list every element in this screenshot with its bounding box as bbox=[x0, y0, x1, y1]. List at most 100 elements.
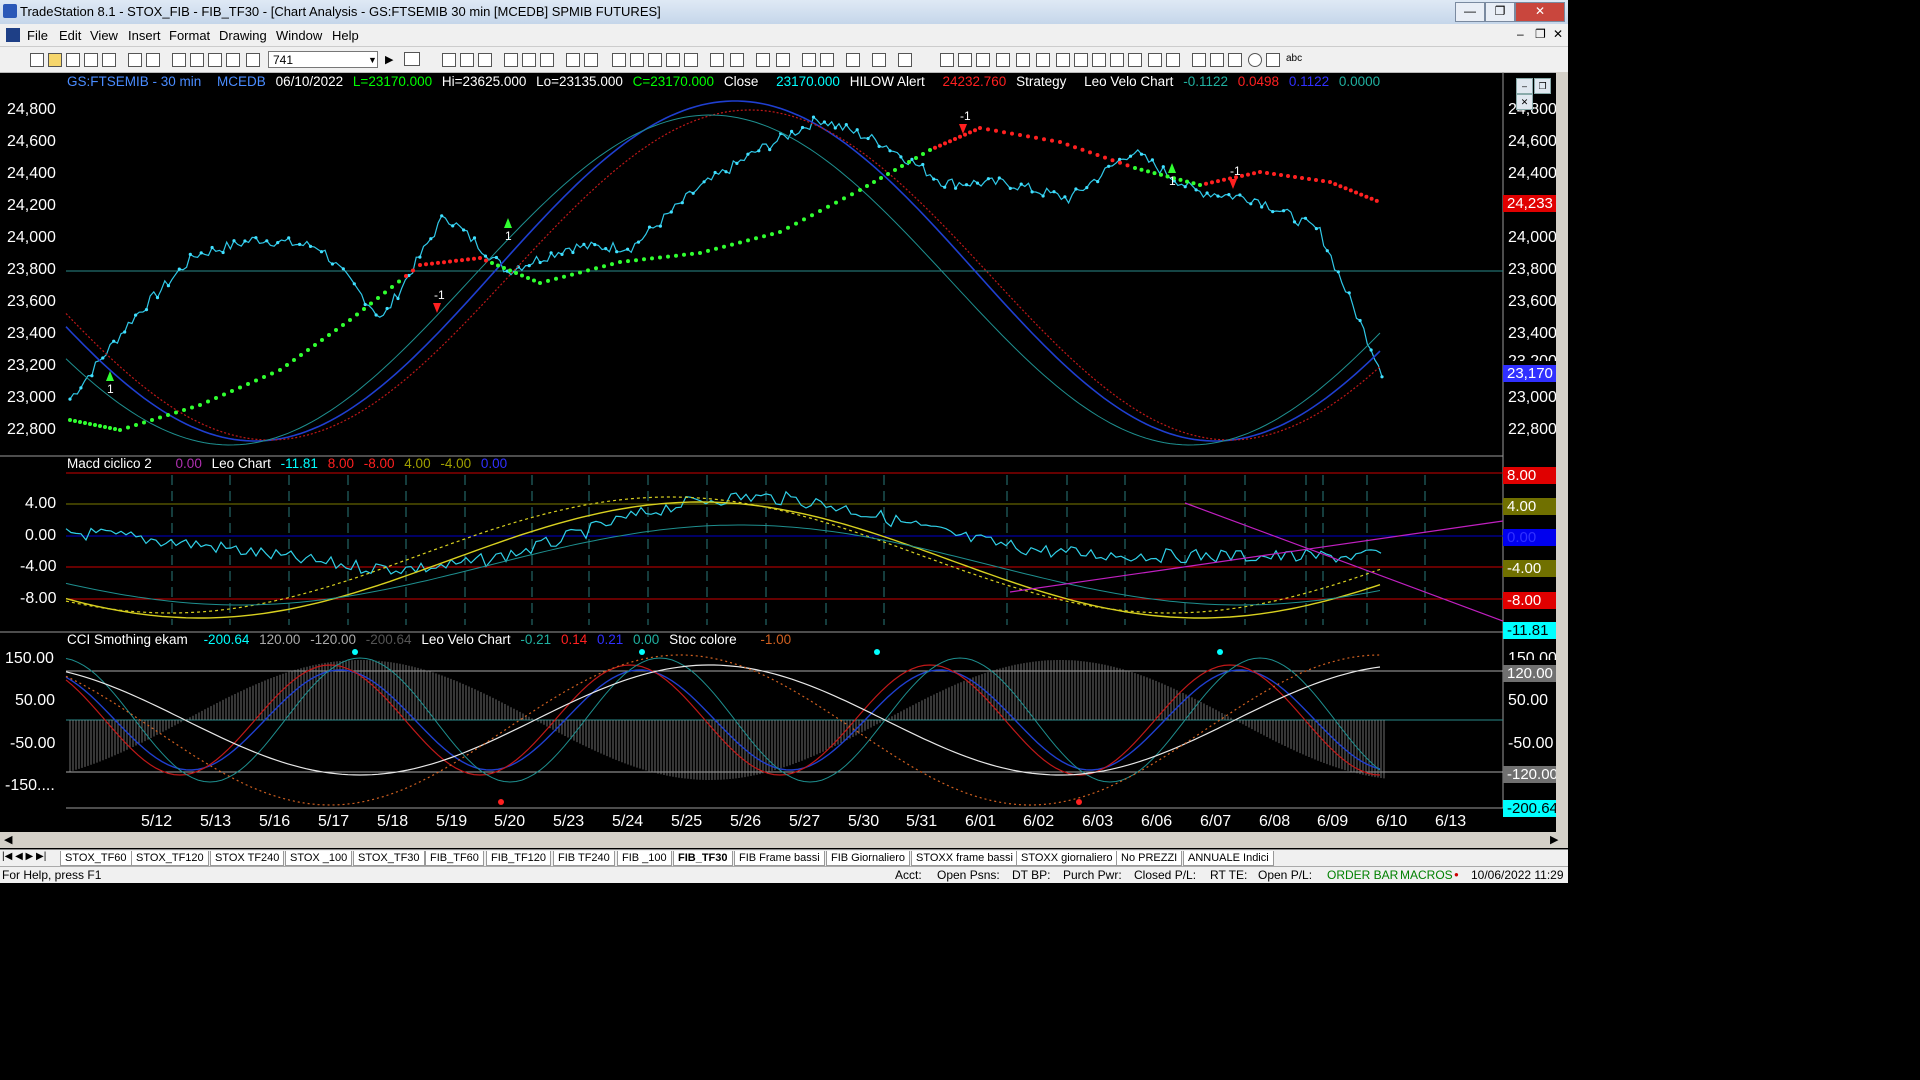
chart-settings-icon[interactable] bbox=[442, 53, 456, 67]
tab-stox-tf120[interactable]: STOX_TF120 bbox=[131, 851, 209, 866]
tools-icon[interactable] bbox=[846, 53, 860, 67]
chart-doc-icon[interactable] bbox=[6, 28, 20, 42]
save-icon[interactable] bbox=[66, 53, 80, 67]
pencil-icon[interactable] bbox=[1192, 53, 1206, 67]
tab-fib-tf30[interactable]: FIB_TF30 bbox=[673, 851, 733, 866]
chart-canvas[interactable]: 1 -1 1 -1 1 -1 bbox=[0, 72, 1568, 832]
tab-fib-100[interactable]: FIB _100 bbox=[617, 851, 672, 866]
menu-view[interactable]: View bbox=[90, 28, 118, 43]
fib-icon[interactable] bbox=[1016, 53, 1030, 67]
close-button[interactable]: ✕ bbox=[1515, 2, 1565, 22]
order-icon[interactable] bbox=[872, 53, 886, 67]
chart-minimize-icon[interactable]: – bbox=[1516, 78, 1533, 94]
insert-indicator-icon[interactable] bbox=[504, 53, 518, 67]
candle-icon[interactable] bbox=[584, 53, 598, 67]
drag-icon[interactable] bbox=[820, 53, 834, 67]
speed-lines-icon[interactable] bbox=[1056, 53, 1070, 67]
hline-icon[interactable] bbox=[958, 53, 972, 67]
macro-icon[interactable] bbox=[246, 53, 260, 67]
vertical-scrollbar[interactable] bbox=[1556, 72, 1568, 832]
link-icon[interactable] bbox=[630, 53, 644, 67]
print-icon[interactable] bbox=[128, 53, 142, 67]
tab-fib-giornaliero[interactable]: FIB Giornaliero bbox=[826, 851, 910, 866]
mdi-close-icon[interactable]: ✕ bbox=[1553, 27, 1563, 41]
tab-nav-icons[interactable]: |◀ ◀ ▶ ▶| bbox=[2, 851, 46, 862]
alert-icon[interactable] bbox=[612, 53, 626, 67]
channel-icon[interactable] bbox=[996, 53, 1010, 67]
bars-icon[interactable] bbox=[684, 53, 698, 67]
save-all-icon[interactable] bbox=[84, 53, 98, 67]
scroll-right-icon[interactable]: ▶ bbox=[1550, 833, 1558, 846]
mdi-minimize-icon[interactable]: – bbox=[1517, 27, 1524, 41]
menu-help[interactable]: Help bbox=[332, 28, 359, 43]
arc-icon[interactable] bbox=[1148, 53, 1162, 67]
tab-fib-frame-bassi[interactable]: FIB Frame bassi bbox=[734, 851, 825, 866]
workspace-icon[interactable] bbox=[102, 53, 116, 67]
rectangle-icon[interactable] bbox=[1266, 53, 1280, 67]
horizontal-scrollbar[interactable]: ◀ ▶ bbox=[0, 832, 1568, 848]
arrow-up-icon[interactable] bbox=[1228, 53, 1242, 67]
go-arrow-icon[interactable]: ▶ bbox=[385, 53, 393, 66]
menu-edit[interactable]: Edit bbox=[59, 28, 81, 43]
macros-button[interactable]: MACROS bbox=[1400, 868, 1453, 882]
symbol-input[interactable]: 741 bbox=[268, 51, 378, 68]
tab-stoxx-frame-bassi[interactable]: STOXX frame bassi bbox=[911, 851, 1018, 866]
tab-fib-tf120[interactable]: FIB_TF120 bbox=[486, 851, 552, 866]
tab-stox-tf60[interactable]: STOX_TF60 bbox=[60, 851, 132, 866]
compress-icon[interactable] bbox=[710, 53, 724, 67]
tab-stox-tf30[interactable]: STOX_TF30 bbox=[353, 851, 425, 866]
symbol-lookup-icon[interactable] bbox=[404, 52, 420, 66]
andrews-icon[interactable] bbox=[1074, 53, 1088, 67]
chevron-down-icon[interactable]: ▼ bbox=[368, 55, 377, 65]
copy-icon[interactable] bbox=[190, 53, 204, 67]
menu-insert[interactable]: Insert bbox=[128, 28, 161, 43]
tab-fib-tf240[interactable]: FIB TF240 bbox=[553, 851, 615, 866]
mdi-restore-icon[interactable]: ❐ bbox=[1535, 27, 1546, 41]
tab-annuale-indici[interactable]: ANNUALE Indici bbox=[1183, 851, 1274, 866]
arrow-down-icon[interactable] bbox=[1210, 53, 1224, 67]
menu-window[interactable]: Window bbox=[276, 28, 322, 43]
tab-fib-tf60[interactable]: FIB_TF60 bbox=[425, 851, 484, 866]
chart-analysis-window[interactable]: 1 -1 1 -1 1 -1 GS:FTSEMIB - 30 min MCEDB 06/1… bbox=[0, 72, 1568, 832]
format-icon[interactable] bbox=[666, 53, 680, 67]
minimize-button[interactable]: — bbox=[1455, 2, 1485, 22]
menu-format[interactable]: Format bbox=[169, 28, 210, 43]
tab-stoxx-giornaliero[interactable]: STOXX giornaliero bbox=[1016, 851, 1118, 866]
grid-icon[interactable] bbox=[478, 53, 492, 67]
tab-stox-tf240[interactable]: STOX TF240 bbox=[210, 851, 285, 866]
cut-icon[interactable] bbox=[172, 53, 186, 67]
new-icon[interactable] bbox=[30, 53, 44, 67]
chart-restore-icon[interactable]: ❐ bbox=[1534, 78, 1551, 94]
lock-icon[interactable] bbox=[208, 53, 222, 67]
text-icon[interactable]: abc bbox=[1286, 53, 1302, 64]
order-bar-button[interactable]: ORDER BAR bbox=[1327, 868, 1398, 882]
tab-stox-100[interactable]: STOX _100 bbox=[285, 851, 353, 866]
pointer-icon[interactable] bbox=[802, 53, 816, 67]
parallel-icon[interactable] bbox=[1128, 53, 1142, 67]
trendline-icon[interactable] bbox=[940, 53, 954, 67]
data-window-icon[interactable] bbox=[460, 53, 474, 67]
tab-no-prezzi[interactable]: No PREZZI bbox=[1116, 851, 1183, 866]
refresh-icon[interactable] bbox=[540, 53, 554, 67]
print-preview-icon[interactable] bbox=[146, 53, 160, 67]
expand-icon[interactable] bbox=[730, 53, 744, 67]
cycle-icon[interactable] bbox=[1166, 53, 1180, 67]
zoom-in-icon[interactable] bbox=[756, 53, 770, 67]
vline-icon[interactable] bbox=[976, 53, 990, 67]
insert-strategy-icon[interactable] bbox=[522, 53, 536, 67]
paste-icon[interactable] bbox=[226, 53, 240, 67]
scroll-left-icon[interactable]: ◀ bbox=[4, 833, 12, 846]
arrow-both-icon[interactable] bbox=[1110, 53, 1124, 67]
open-icon[interactable] bbox=[48, 53, 62, 67]
gann-icon[interactable] bbox=[1036, 53, 1050, 67]
regression-icon[interactable] bbox=[1092, 53, 1106, 67]
maximize-button[interactable]: ❐ bbox=[1485, 2, 1515, 22]
ellipse-icon[interactable] bbox=[1248, 53, 1262, 67]
chart-close-icon[interactable]: ✕ bbox=[1516, 94, 1533, 110]
menu-drawing[interactable]: Drawing bbox=[219, 28, 267, 43]
zoom-out-icon[interactable] bbox=[776, 53, 790, 67]
bar-chart-icon[interactable] bbox=[566, 53, 580, 67]
clipboard-icon[interactable] bbox=[898, 53, 912, 67]
style-icon[interactable] bbox=[648, 53, 662, 67]
menu-file[interactable]: File bbox=[27, 28, 48, 43]
